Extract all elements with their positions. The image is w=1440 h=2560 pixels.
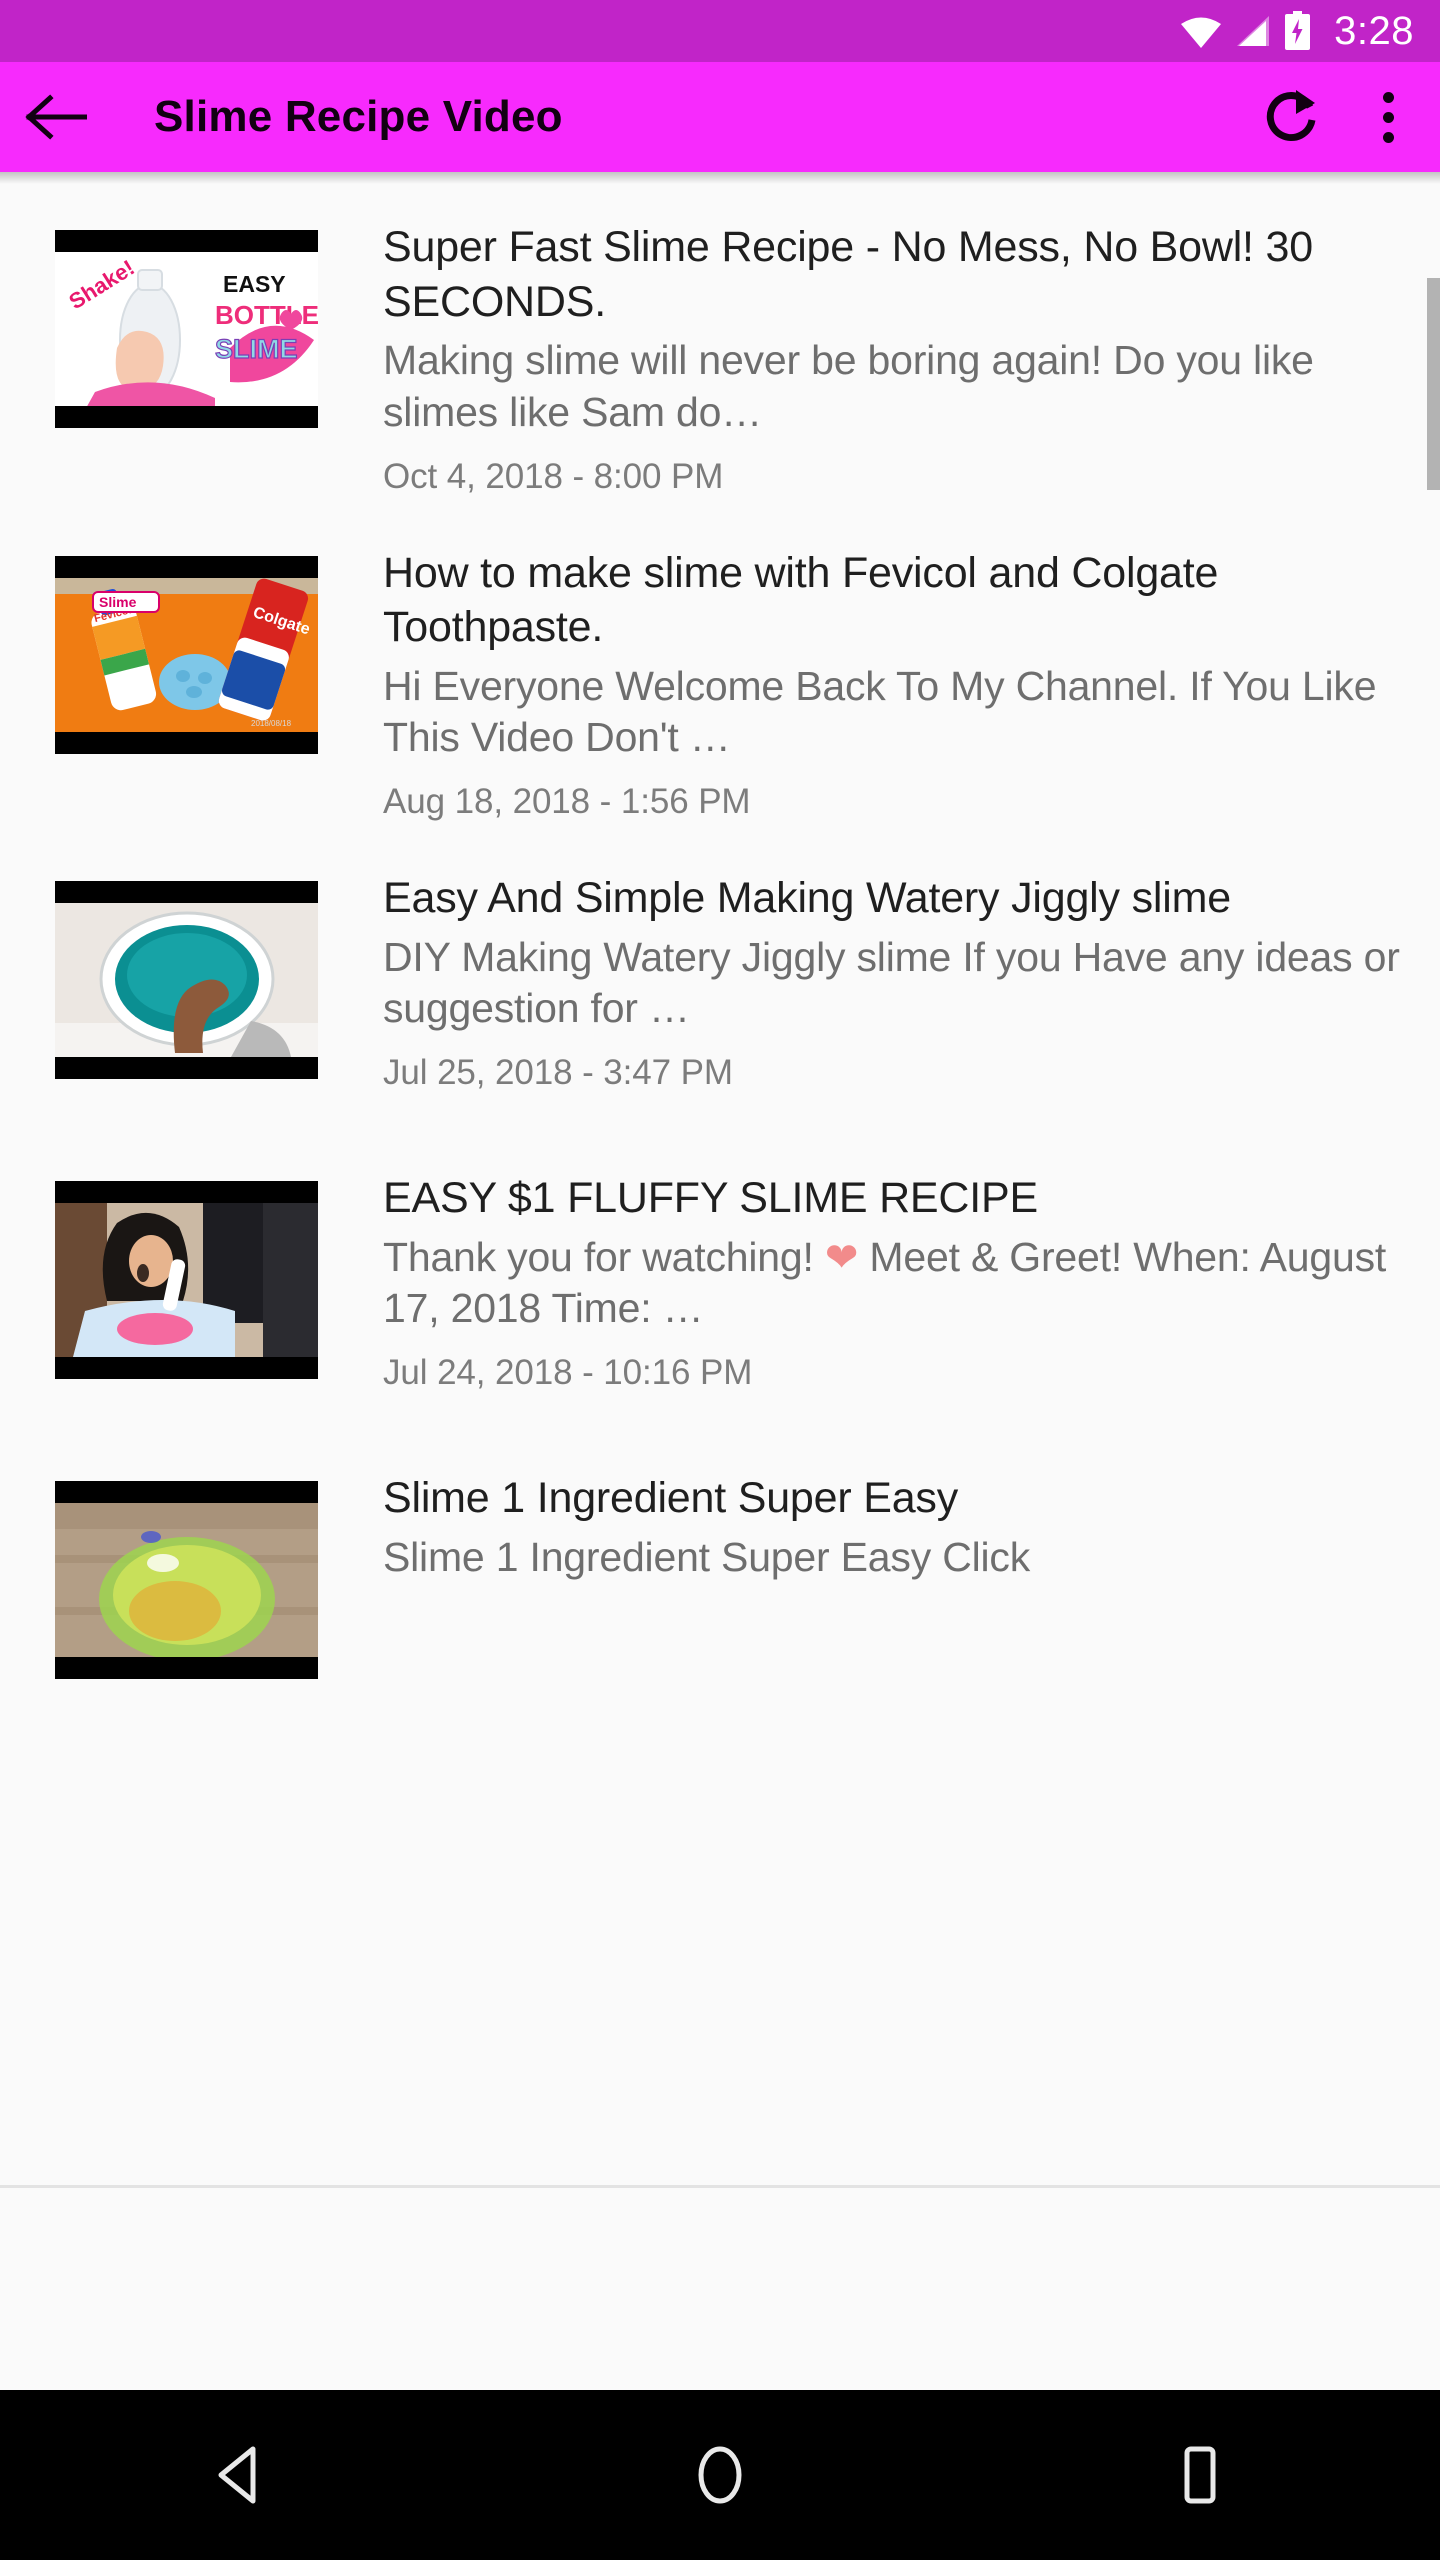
list-item[interactable]: Shake! EASY BOTTLE SLIME Super Fast Slim…: [0, 194, 1440, 520]
vertical-scrollbar[interactable]: [1427, 278, 1440, 490]
video-title: EASY $1 FLUFFY SLIME RECIPE: [383, 1174, 1038, 1223]
list-item[interactable]: Easy And Simple Making Watery Jiggly sli…: [0, 845, 1440, 1145]
thumbnail-art: [55, 1203, 318, 1358]
video-list-viewport[interactable]: Shake! EASY BOTTLE SLIME Super Fast Slim…: [0, 172, 1440, 2185]
video-description: Making slime will never be boring again!…: [383, 337, 1314, 435]
video-title: Super Fast Slime Recipe - No Mess, No Bo…: [383, 223, 1313, 326]
nav-home-button[interactable]: [630, 2390, 810, 2560]
back-arrow-icon: [25, 94, 87, 140]
back-triangle-icon: [218, 2446, 256, 2504]
overflow-dot-icon: [1382, 131, 1394, 143]
status-bar-clock: 3:28: [1334, 9, 1414, 53]
video-thumbnail: Fevicol Slime Colgate 2018/08/18: [55, 555, 318, 754]
video-info: EASY $1 FLUFFY SLIME RECIPE Thank you fo…: [318, 1167, 1410, 1394]
video-thumbnail: Shake! EASY BOTTLE SLIME: [55, 230, 318, 428]
video-date: Aug 18, 2018 - 1:56 PM: [383, 782, 751, 822]
video-thumbnail: [55, 1181, 318, 1380]
svg-text:BOTTLE: BOTTLE: [215, 300, 318, 330]
wifi-icon: [1180, 14, 1222, 48]
system-navigation-bar: [0, 2390, 1440, 2560]
thumbnail-art: [55, 1503, 318, 1658]
video-info: How to make slime with Fevicol and Colga…: [318, 542, 1410, 824]
battery-charging-icon: [1284, 11, 1311, 51]
video-info: Easy And Simple Making Watery Jiggly sli…: [318, 867, 1410, 1094]
video-title: Easy And Simple Making Watery Jiggly sli…: [383, 874, 1231, 923]
thumbnail-art: Fevicol Slime Colgate 2018/08/18: [55, 577, 318, 732]
overflow-menu-button[interactable]: [1344, 62, 1440, 172]
video-date: Jul 25, 2018 - 3:47 PM: [383, 1052, 733, 1092]
list-item[interactable]: Slime 1 Ingredient Super Easy Slime 1 In…: [0, 1445, 1440, 1745]
video-description: Thank you for watching! ❤ Meet & Greet! …: [383, 1233, 1387, 1332]
video-date: Oct 4, 2018 - 8:00 PM: [383, 456, 724, 496]
svg-text:Slime: Slime: [99, 594, 137, 610]
video-info: Super Fast Slime Recipe - No Mess, No Bo…: [318, 216, 1410, 498]
page-title: Slime Recipe Video: [154, 92, 563, 141]
status-bar-icons: 3:28: [1180, 11, 1414, 51]
overflow-dot-icon: [1382, 91, 1394, 103]
thumbnail-art: Shake! EASY BOTTLE SLIME: [55, 252, 318, 406]
app-toolbar: Slime Recipe Video: [0, 62, 1440, 172]
nav-back-button[interactable]: [150, 2390, 330, 2560]
svg-text:SLIME: SLIME: [215, 334, 298, 364]
video-title: Slime 1 Ingredient Super Easy: [383, 1474, 959, 1523]
heart-emoji-icon: ❤: [824, 1235, 859, 1280]
status-bar: 3:28: [0, 0, 1440, 62]
video-date: Jul 24, 2018 - 10:16 PM: [383, 1352, 753, 1392]
list-bottom-divider: [0, 2185, 1440, 2188]
back-button[interactable]: [0, 62, 112, 172]
video-description: Hi Everyone Welcome Back To My Channel. …: [383, 662, 1377, 761]
phone-screen: 3:28 Slime Recipe Video Shake! EASY BOTT…: [0, 0, 1440, 2560]
refresh-button[interactable]: [1240, 62, 1344, 172]
recents-square-icon: [1184, 2446, 1216, 2504]
video-thumbnail: [55, 881, 318, 1080]
video-list: Shake! EASY BOTTLE SLIME Super Fast Slim…: [0, 172, 1440, 1745]
thumbnail-art: [55, 903, 318, 1058]
home-circle-icon: [698, 2446, 742, 2504]
empty-area: [0, 2188, 1440, 2390]
video-thumbnail: [55, 1481, 318, 1680]
video-info: Slime 1 Ingredient Super Easy Slime 1 In…: [318, 1467, 1410, 1583]
list-item[interactable]: Fevicol Slime Colgate 2018/08/18 How to …: [0, 520, 1440, 846]
svg-text:2018/08/18: 2018/08/18: [251, 719, 292, 728]
refresh-icon: [1266, 90, 1316, 142]
overflow-dot-icon: [1382, 111, 1394, 123]
list-item[interactable]: EASY $1 FLUFFY SLIME RECIPE Thank you fo…: [0, 1145, 1440, 1445]
video-description: DIY Making Watery Jiggly slime If you Ha…: [383, 933, 1400, 1032]
nav-recents-button[interactable]: [1110, 2390, 1290, 2560]
video-description: Slime 1 Ingredient Super Easy Click: [383, 1533, 1031, 1580]
cell-signal-icon: [1233, 14, 1273, 48]
svg-text:EASY: EASY: [223, 271, 286, 297]
video-title: How to make slime with Fevicol and Colga…: [383, 548, 1219, 652]
